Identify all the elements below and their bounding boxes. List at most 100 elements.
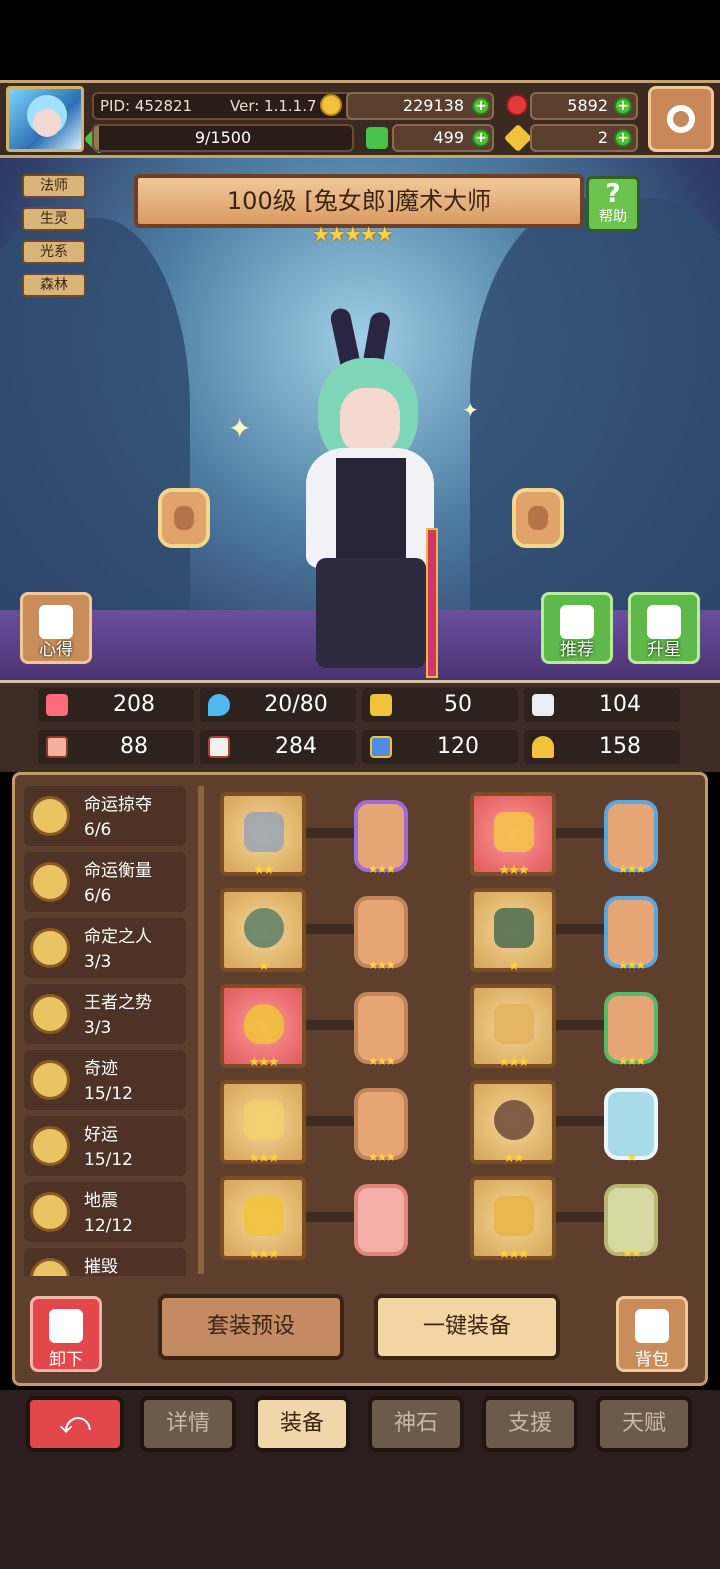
slot-link — [556, 924, 606, 934]
list-item[interactable]: 王者之势 3/3 — [24, 984, 186, 1044]
tab-equipment[interactable]: 装备 — [254, 1396, 350, 1452]
rune-slot[interactable]: ★★★ — [354, 992, 408, 1068]
stat-defense-value: 50 — [444, 692, 472, 717]
rune-slot[interactable]: ★ — [604, 1088, 658, 1164]
helmet-icon — [244, 1196, 284, 1236]
insight-button[interactable]: 心得 — [20, 592, 92, 664]
rune-slot[interactable] — [354, 1184, 408, 1256]
list-item[interactable]: 命运衡量 6/6 — [24, 852, 186, 912]
emblem-icon — [244, 1100, 284, 1140]
settings-button[interactable] — [648, 86, 714, 152]
key-amount: 2 — [597, 128, 608, 147]
star-icon — [647, 605, 681, 639]
player-avatar[interactable] — [6, 86, 84, 152]
add-clover-icon[interactable]: + — [472, 129, 490, 147]
set-name: 王者之势 — [84, 993, 152, 1013]
list-item[interactable]: 奇迹 15/12 — [24, 1050, 186, 1110]
slot-stars: ★★★ — [617, 958, 646, 972]
boots-icon — [494, 1196, 534, 1236]
shield-icon — [370, 694, 392, 716]
slot-stars: ★★ — [503, 1151, 524, 1166]
slot-stars: ★★★ — [248, 1151, 280, 1166]
hero-title-banner: 100级 [兔女郎]魔术大师 — [134, 174, 584, 228]
tab-godstone[interactable]: 神石 — [368, 1396, 464, 1452]
stat-mana: 20/80 — [200, 688, 356, 722]
crown-slot[interactable]: ★★ — [470, 1080, 556, 1166]
rune-slot[interactable]: ★★★ — [604, 896, 658, 972]
clover-icon — [366, 127, 388, 149]
stat-luck: 158 — [524, 730, 680, 764]
hero-stars: ★★★★★ — [312, 222, 394, 246]
stat-attack-value: 88 — [120, 734, 148, 759]
helmet-slot[interactable]: ★★★ — [220, 1176, 306, 1262]
set-count: 6/6 — [84, 886, 112, 906]
add-gold-icon[interactable]: + — [472, 97, 490, 115]
list-item[interactable]: 好运 15/12 — [24, 1116, 186, 1176]
hat-icon — [494, 812, 534, 852]
slot-link — [306, 828, 356, 838]
orb-slot[interactable]: ★ — [220, 888, 306, 974]
list-item[interactable]: 命定之人 3/3 — [24, 918, 186, 978]
add-key-icon[interactable]: + — [614, 129, 632, 147]
add-gem-icon[interactable]: + — [614, 97, 632, 115]
unequip-label: 卸下 — [49, 1350, 83, 1370]
tab-talent[interactable]: 天赋 — [596, 1396, 692, 1452]
rune-slot[interactable]: ★★★ — [604, 992, 658, 1068]
rune-slot[interactable]: ★★★ — [604, 800, 658, 876]
help-label: 帮助 — [599, 209, 627, 225]
boots-slot[interactable]: ★★★ — [470, 1176, 556, 1262]
slot-stars: ★★★ — [367, 1054, 396, 1068]
weapon-slot[interactable]: ★★ — [220, 792, 306, 878]
slot-stars: ★★★ — [617, 1054, 646, 1068]
slot-link — [306, 924, 356, 934]
bag-button[interactable]: 背包 — [616, 1296, 688, 1372]
preset-button[interactable]: 套装预设 — [158, 1294, 344, 1360]
stat-magic-value: 284 — [275, 734, 317, 759]
star-up-button[interactable]: 升星 — [628, 592, 700, 664]
recommend-button[interactable]: 推荐 — [541, 592, 613, 664]
unequip-button[interactable]: 卸下 — [30, 1296, 102, 1372]
gear-icon — [667, 105, 695, 133]
orb-icon — [244, 908, 284, 948]
recommend-label: 推荐 — [560, 640, 594, 660]
list-item[interactable]: 命运掠夺 6/6 — [24, 786, 186, 846]
auto-equip-button[interactable]: 一键装备 — [374, 1294, 560, 1360]
status-bar-area — [0, 0, 720, 80]
bracer-slot[interactable]: ★★★ — [470, 984, 556, 1070]
rune-left-icon[interactable] — [158, 488, 210, 548]
rune-slot[interactable]: ★★★ — [354, 896, 408, 972]
arrow-down-icon — [49, 1309, 83, 1343]
set-emblem-icon — [30, 928, 70, 968]
heart-icon — [46, 694, 68, 716]
rune-slot[interactable]: ★★★ — [354, 1088, 408, 1164]
help-button[interactable]: ? 帮助 — [586, 176, 640, 232]
set-emblem-icon — [30, 862, 70, 902]
set-emblem-icon — [30, 1192, 70, 1232]
armor-slot[interactable]: ★ — [470, 888, 556, 974]
list-item[interactable]: 地震 12/12 — [24, 1182, 186, 1242]
emblem-slot[interactable]: ★★★ — [220, 1080, 306, 1166]
rune-slot[interactable]: ★★★ — [354, 800, 408, 876]
slot-stars: ★★★ — [498, 863, 530, 878]
tab-support[interactable]: 支援 — [482, 1396, 578, 1452]
back-button[interactable]: ⤺ — [26, 1396, 124, 1452]
tab-details[interactable]: 详情 — [140, 1396, 236, 1452]
horseshoe-icon — [532, 736, 554, 758]
gold-coin-icon — [320, 94, 342, 116]
set-emblem-icon — [30, 796, 70, 836]
hero-character — [296, 306, 446, 678]
rune-slot[interactable]: ★★ — [604, 1184, 658, 1260]
rune-right-icon[interactable] — [512, 488, 564, 548]
slot-link — [306, 1020, 356, 1030]
crown-icon — [494, 1100, 534, 1140]
list-item[interactable]: 摧毁 — [24, 1248, 186, 1276]
slot-stars: ★★★ — [498, 1247, 530, 1262]
set-name: 命运衡量 — [84, 861, 152, 881]
set-emblem-icon — [30, 994, 70, 1034]
hat-slot[interactable]: ★★★ — [470, 792, 556, 878]
necklace-slot[interactable]: ★★★ — [220, 984, 306, 1070]
set-bonus-list[interactable]: 命运掠夺 6/6 命运衡量 6/6 命定之人 3/3 王者之势 3/3 奇迹 1… — [20, 784, 198, 1276]
slot-stars: ★ — [258, 959, 270, 974]
gold-amount: 229138 — [402, 96, 464, 115]
stat-speed-value: 104 — [599, 692, 641, 717]
